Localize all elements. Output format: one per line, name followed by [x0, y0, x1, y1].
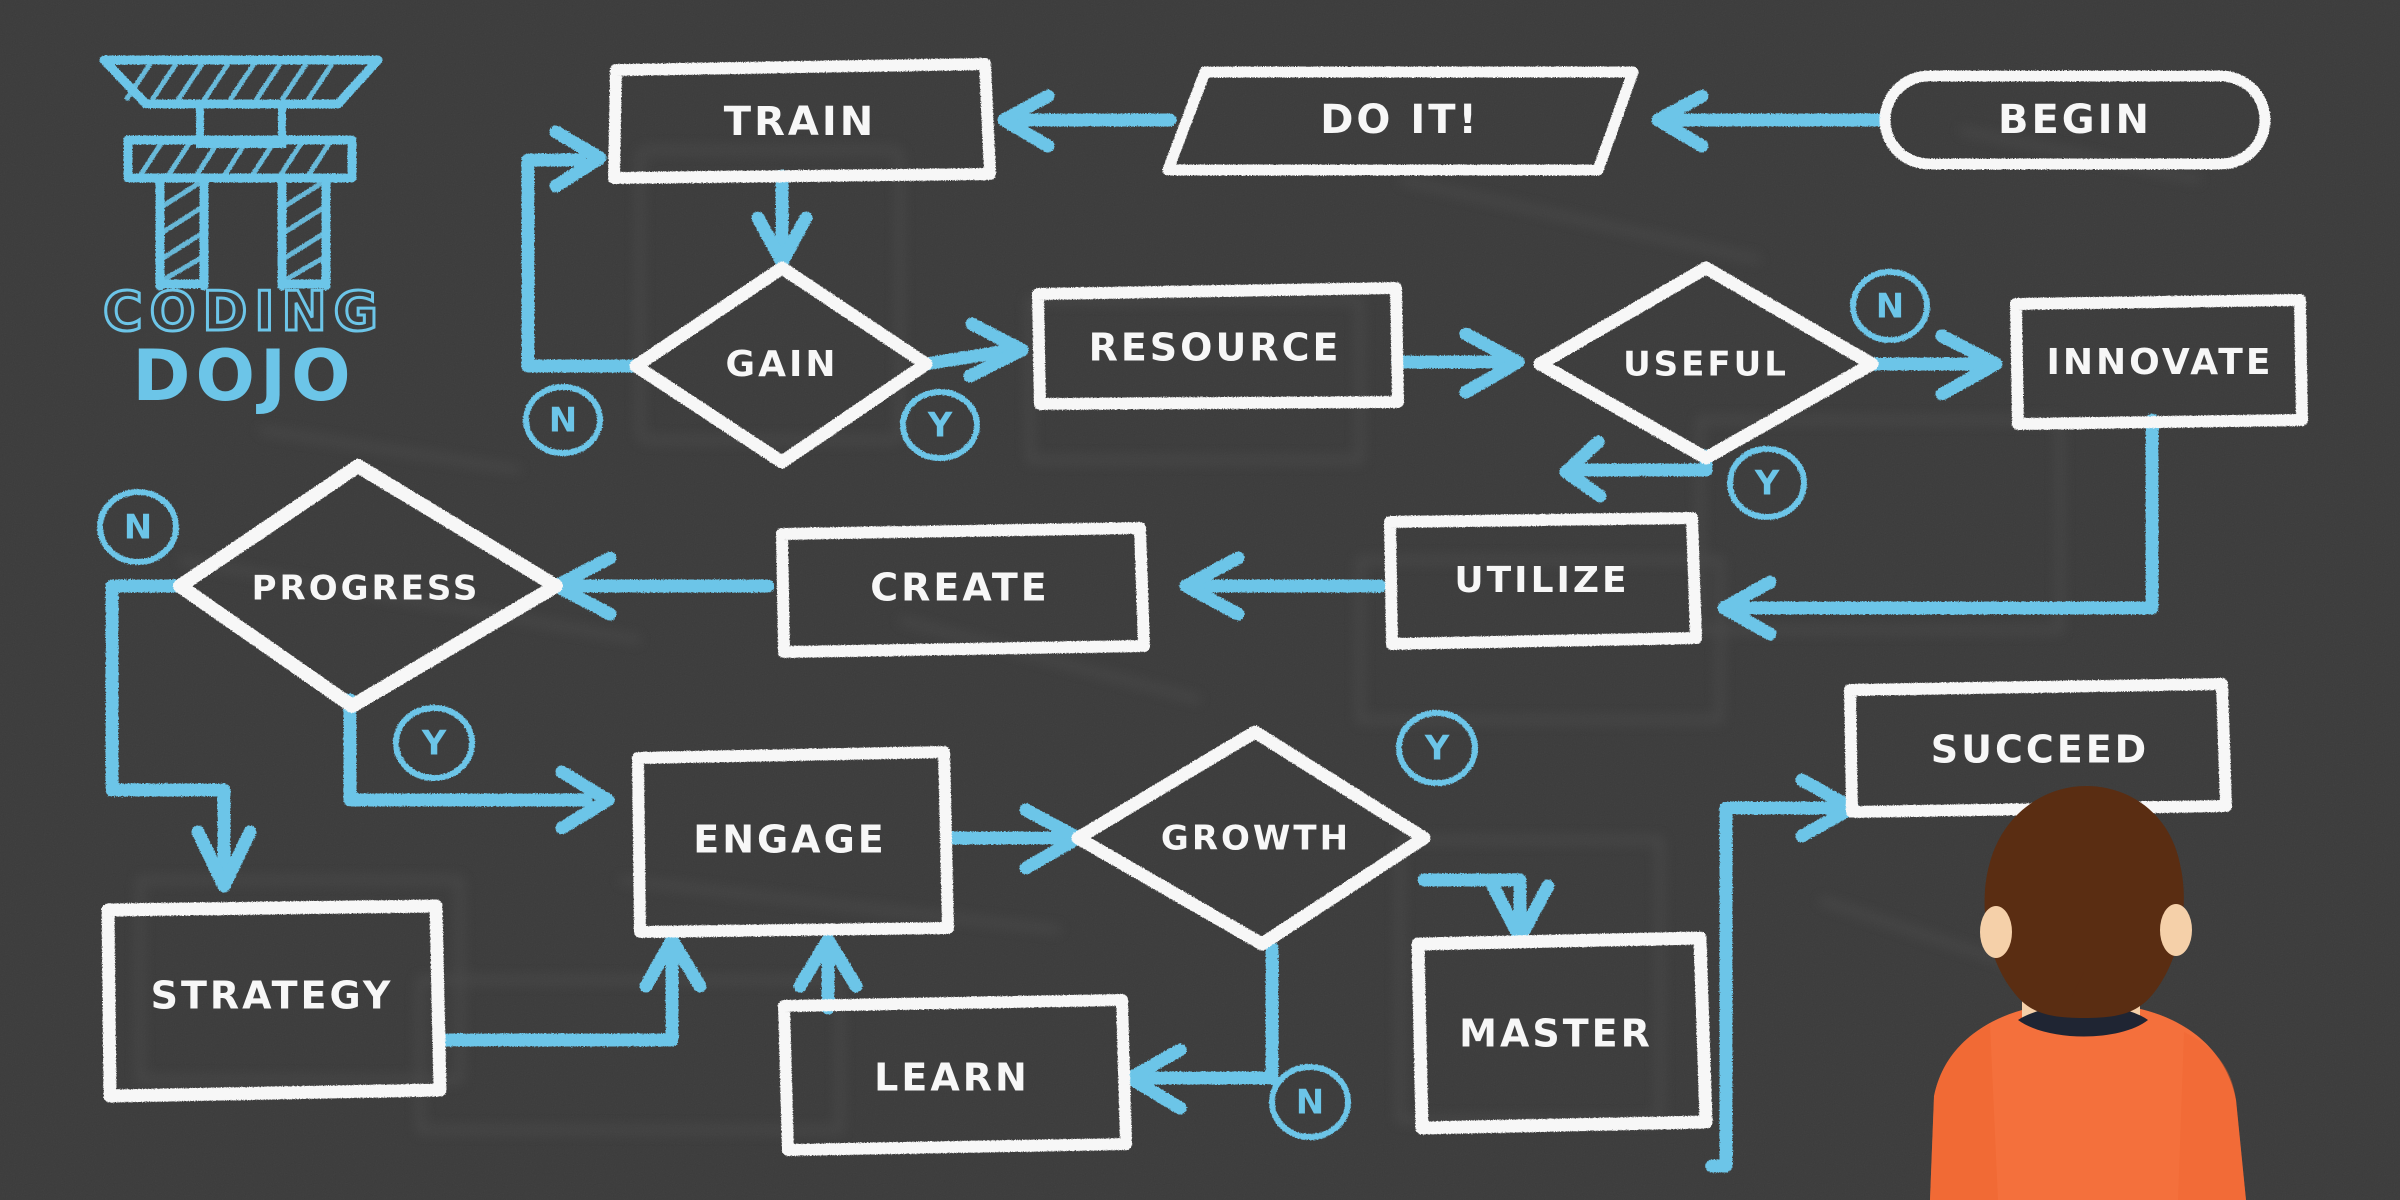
node-learn-label: LEARN	[874, 1056, 1030, 1100]
person-hair	[1984, 786, 2184, 1018]
svg-text:Y: Y	[927, 406, 953, 446]
node-master-label: MASTER	[1459, 1012, 1653, 1056]
node-growth-label: GROWTH	[1161, 819, 1351, 859]
node-create-label: CREATE	[870, 566, 1049, 610]
node-useful-label: USEFUL	[1623, 345, 1789, 385]
brand-line-1: CODING	[103, 280, 385, 343]
node-succeed-label: SUCCEED	[1931, 728, 2149, 772]
svg-text:N: N	[124, 508, 152, 548]
node-do-it-label: DO IT!	[1320, 97, 1480, 143]
svg-text:Y: Y	[1754, 464, 1780, 504]
brand-line-2: DOJO	[132, 335, 355, 417]
svg-text:Y: Y	[1424, 729, 1450, 769]
svg-text:Y: Y	[421, 724, 447, 764]
svg-text:N: N	[1296, 1083, 1324, 1123]
node-train-label: TRAIN	[724, 99, 876, 145]
node-strategy-label: STRATEGY	[151, 974, 394, 1018]
person-ear-left	[1980, 906, 2012, 958]
node-progress-label: PROGRESS	[252, 569, 481, 609]
node-innovate-label: INNOVATE	[2047, 342, 2274, 383]
svg-text:N: N	[1876, 287, 1904, 327]
node-utilize-label: UTILIZE	[1454, 560, 1629, 601]
person-ear-right	[2160, 904, 2192, 956]
svg-text:N: N	[549, 401, 577, 441]
node-begin-label: BEGIN	[1998, 97, 2152, 143]
whiteboard-surface: CODING DOJO BEGIN DO IT! TRAIN GAIN RESO…	[0, 0, 2400, 1200]
node-gain-label: GAIN	[726, 344, 839, 385]
node-engage-label: ENGAGE	[693, 818, 887, 862]
flowchart-canvas: CODING DOJO BEGIN DO IT! TRAIN GAIN RESO…	[0, 0, 2400, 1200]
node-resource-label: RESOURCE	[1089, 326, 1342, 370]
